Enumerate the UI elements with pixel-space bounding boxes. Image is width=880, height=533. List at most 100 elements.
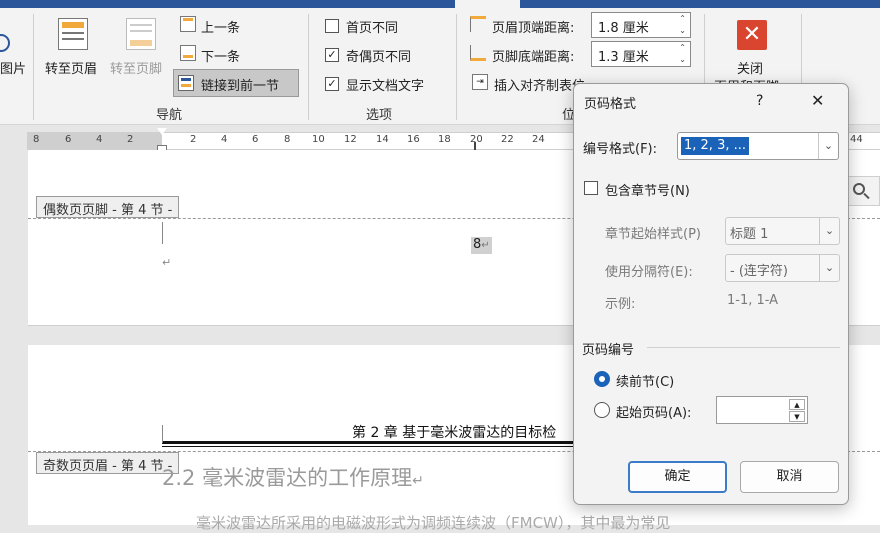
spin-up-icon[interactable]: ⌃: [679, 14, 686, 23]
group-separator: [308, 14, 309, 120]
start-at-radio[interactable]: [594, 402, 610, 418]
separator-label: 使用分隔符(E):: [605, 265, 693, 280]
picture-button-label[interactable]: 图片: [0, 58, 26, 77]
ruler-tick: 8: [284, 134, 291, 145]
footer-bottom-distance-icon: [470, 45, 486, 61]
start-at-input[interactable]: ▲ ▼: [716, 396, 808, 424]
ruler-margin: [27, 132, 162, 150]
example-value: 1-1, 1-A: [727, 293, 779, 308]
ruler-tick: 4: [221, 134, 228, 145]
first-page-different-checkbox[interactable]: [325, 19, 339, 33]
options-group-label: 选项: [366, 108, 393, 123]
nav-group-label: 导航: [156, 108, 183, 123]
next-button[interactable]: 下一条: [201, 46, 240, 65]
ruler-tick: 2: [190, 134, 197, 145]
ruler-tick: 20: [470, 134, 483, 145]
first-page-different-label[interactable]: 首页不同: [346, 17, 398, 36]
ok-button[interactable]: 确定: [628, 461, 727, 493]
example-label: 示例:: [605, 297, 636, 312]
title-bar-strip: [0, 0, 455, 8]
footer-bottom-distance-input[interactable]: 1.3 厘米 ⌃ ⌄: [591, 41, 691, 67]
odd-header-tag: 奇数页页眉 - 第 4 节 -: [36, 452, 180, 474]
ruler-tick: 44: [850, 134, 863, 145]
ruler-tick: 12: [344, 134, 357, 145]
header-double-rule: [162, 441, 582, 447]
search-icon[interactable]: [846, 176, 880, 206]
page-numbering-section-label: 页码编号: [582, 343, 635, 358]
section-heading[interactable]: 2.2 毫米波雷达的工作原理↵: [162, 462, 424, 492]
spin-down-icon[interactable]: ⌄: [679, 55, 686, 64]
ruler-tick: 10: [312, 134, 325, 145]
group-separator: [33, 14, 34, 120]
ruler-tick: 18: [438, 134, 451, 145]
goto-header-button[interactable]: 转至页眉: [45, 58, 97, 77]
include-chapter-number-checkbox[interactable]: [584, 181, 598, 195]
header-top-distance-icon: [470, 16, 486, 32]
ruler-tick: 2: [127, 134, 134, 145]
goto-header-icon[interactable]: [58, 18, 88, 50]
page-number-format-dialog[interactable]: 页码格式 ? ✕ 编号格式(F): 1, 2, 3, ... ⌄ 包含章节号(N…: [573, 83, 849, 505]
section-divider: [647, 347, 840, 348]
ruler-tick: 8: [33, 134, 40, 145]
footer-bottom-distance-label: 页脚底端距离:: [492, 50, 575, 65]
ruler-tick: 4: [96, 134, 103, 145]
previous-button[interactable]: 上一条: [201, 17, 240, 36]
start-at-label[interactable]: 起始页码(A):: [616, 402, 691, 421]
spin-up-icon[interactable]: ⌃: [679, 43, 686, 52]
number-format-value: 1, 2, 3, ...: [681, 137, 750, 155]
next-icon[interactable]: [180, 45, 196, 61]
header-top-distance-label: 页眉顶端距离:: [492, 21, 575, 36]
insert-align-tab-icon[interactable]: ⇥: [472, 74, 488, 90]
chevron-down-icon: ⌄: [819, 255, 839, 281]
separator-value: - (连字符): [730, 264, 788, 279]
paragraph-mark-icon: ↵: [162, 256, 172, 269]
number-format-label: 编号格式(F):: [583, 142, 658, 157]
show-document-text-checkbox[interactable]: ✓: [325, 77, 339, 91]
continue-previous-label[interactable]: 续前节(C): [616, 371, 674, 390]
previous-icon[interactable]: [180, 16, 196, 32]
insert-align-tab-button[interactable]: 插入对齐制表位: [494, 75, 585, 94]
dialog-title: 页码格式: [584, 97, 637, 112]
title-bar-strip-right: [520, 0, 880, 8]
group-separator: [456, 14, 457, 120]
ruler-tick: 6: [65, 134, 72, 145]
separator-select: - (连字符) ⌄: [725, 254, 840, 282]
body-text-partial[interactable]: 毫米波雷达所采用的电磁波形式为调频连续波（FMCW），其中最为常见: [196, 512, 670, 533]
spin-down-icon[interactable]: ▼: [789, 411, 805, 422]
chevron-down-icon: ⌄: [819, 218, 839, 244]
chapter-style-label: 章节起始样式(P): [605, 227, 701, 242]
chapter-style-select: 标题 1 ⌄: [725, 217, 840, 245]
chevron-down-icon[interactable]: ⌄: [818, 133, 838, 159]
close-header-footer-icon[interactable]: ✕: [737, 20, 767, 50]
odd-even-different-label[interactable]: 奇偶页不同: [346, 46, 411, 65]
ruler-tick: 22: [501, 134, 514, 145]
footer-bottom-distance-value: 1.3 厘米: [598, 50, 649, 65]
ruler-tick: 24: [532, 134, 545, 145]
continue-previous-radio[interactable]: [594, 371, 610, 387]
include-chapter-number-label[interactable]: 包含章节号(N): [605, 180, 690, 199]
ruler-tick: 16: [407, 134, 420, 145]
margin-corner-mark: [162, 222, 163, 244]
odd-even-different-checkbox[interactable]: ✓: [325, 48, 339, 62]
paragraph-mark-icon: ↵: [412, 473, 424, 489]
ruler-tick: 14: [376, 134, 389, 145]
show-document-text-label[interactable]: 显示文档文字: [346, 75, 424, 94]
header-top-distance-value: 1.8 厘米: [598, 21, 649, 36]
chapter-style-value: 标题 1: [730, 227, 769, 242]
ruler-tick: 6: [252, 134, 259, 145]
close-icon[interactable]: ✕: [811, 91, 824, 110]
even-footer-tag: 偶数页页脚 - 第 4 节 -: [36, 196, 180, 218]
page-number-field[interactable]: 8↵: [471, 237, 492, 254]
spin-up-icon[interactable]: ▲: [789, 399, 805, 410]
goto-footer-button: 转至页脚: [110, 62, 163, 77]
help-button[interactable]: ?: [756, 93, 763, 109]
link-to-previous-label: 链接到前一节: [201, 79, 280, 94]
cancel-button[interactable]: 取消: [740, 461, 839, 493]
header-text: 第 2 章 基于毫米波雷达的目标检: [352, 425, 557, 441]
spin-down-icon[interactable]: ⌄: [679, 26, 686, 35]
link-icon: [178, 75, 194, 91]
number-format-select[interactable]: 1, 2, 3, ... ⌄: [677, 132, 839, 160]
paragraph-mark-icon: ↵: [481, 240, 490, 251]
close-header-footer-label[interactable]: 关闭: [737, 58, 763, 77]
header-top-distance-input[interactable]: 1.8 厘米 ⌃ ⌄: [591, 12, 691, 38]
